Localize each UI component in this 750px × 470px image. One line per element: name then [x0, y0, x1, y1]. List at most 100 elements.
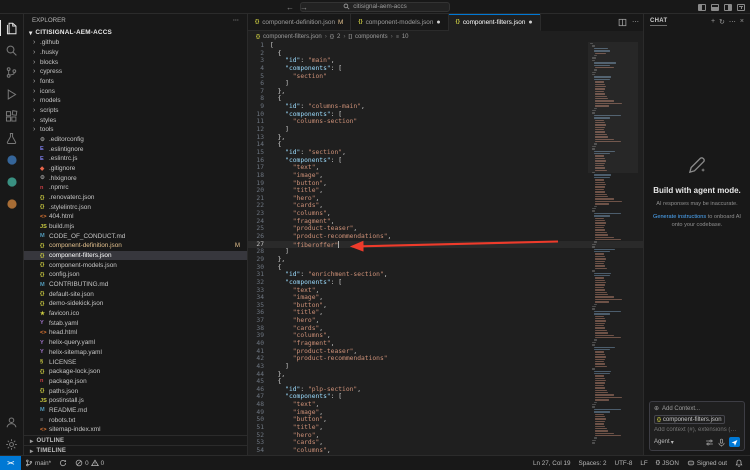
copilot-status-status[interactable]: Signed out [683, 456, 731, 470]
add-context-button[interactable]: ⊕ Add Context... [654, 405, 740, 413]
tree-file-CODE_OF_CONDUCT.md[interactable]: M CODE_OF_CONDUCT.md [24, 231, 247, 241]
tree-file-.editorconfig[interactable]: ⚙ .editorconfig [24, 135, 247, 145]
section-outline[interactable]: ▸ OUTLINE [24, 435, 247, 445]
cursor-position-status[interactable]: Ln 27, Col 19 [529, 456, 574, 470]
source-control-icon[interactable] [0, 61, 24, 83]
tree-file-paths.json[interactable]: {} paths.json [24, 386, 247, 396]
tree-file-.hlxignore[interactable]: ⚙ .hlxignore [24, 173, 247, 183]
generate-instructions-link[interactable]: Generate instructions [653, 214, 706, 220]
tree-folder-tools[interactable]: › tools [24, 125, 247, 135]
tree-file-default-site.json[interactable]: {} default-site.json [24, 289, 247, 299]
tree-file-build.mjs[interactable]: JS build.mjs [24, 222, 247, 232]
extensions-icon[interactable] [0, 105, 24, 127]
context-file-chip[interactable]: {} component-filters.json [654, 415, 725, 424]
unsaved-dot-icon[interactable]: ● [436, 19, 440, 26]
testing-icon[interactable] [0, 127, 24, 149]
more-actions-icon[interactable]: ⋯ [233, 17, 239, 24]
tree-file-LICENSE[interactable]: § LICENSE [24, 357, 247, 367]
workspace-root-row[interactable]: ▾ CITISIGNAL-AEM-ACCS [24, 27, 247, 38]
branch-status[interactable]: main* [21, 456, 55, 470]
chat-history-icon[interactable]: ↻ [719, 18, 725, 26]
tree-file-helix-sitemap.yaml[interactable]: Yhelix-sitemap.yaml [24, 348, 247, 358]
tree-file-.eslintrc.js[interactable]: E .eslintrc.js [24, 154, 247, 164]
explorer-icon[interactable] [0, 17, 24, 39]
command-center-search[interactable]: citisignal-aem-accs [300, 1, 450, 12]
unsaved-dot-icon[interactable]: ● [528, 19, 532, 26]
eol-status[interactable]: LF [636, 456, 651, 470]
tree-file-component-filters.json[interactable]: {} component-filters.json [24, 250, 247, 261]
remote-indicator[interactable]: >< [0, 456, 21, 470]
chat-input-box[interactable]: ⊕ Add Context... {} component-filters.js… [649, 401, 745, 451]
section-timeline[interactable]: ▸ TIMELINE [24, 445, 247, 455]
tab-more-actions-icon[interactable]: ⋯ [632, 18, 639, 26]
notifications-status[interactable] [731, 456, 747, 470]
tree-file-helix-query.yaml[interactable]: Yhelix-query.yaml [24, 338, 247, 348]
tree-file-favicon.ico[interactable]: ★ favicon.ico [24, 309, 247, 319]
tools-icon[interactable] [705, 438, 714, 447]
tree-file-config.json[interactable]: {} config.json [24, 270, 247, 280]
mic-icon[interactable] [717, 438, 726, 447]
tree-file-.renovaterc.json[interactable]: {} .renovaterc.json [24, 193, 247, 203]
minimap-viewport[interactable] [588, 42, 638, 173]
sync-status[interactable] [55, 456, 71, 470]
tree-folder-styles[interactable]: › styles [24, 115, 247, 125]
problems-status[interactable]: 0 0 [71, 456, 108, 470]
run-and-debug-icon[interactable] [0, 83, 24, 105]
tree-folder-.github[interactable]: › .github [24, 38, 247, 48]
tree-folder-blocks[interactable]: › blocks [24, 57, 247, 67]
extension-orange-icon[interactable] [0, 193, 24, 215]
tree-folder-.husky[interactable]: › .husky [24, 48, 247, 58]
tab-component-definition.json[interactable]: {} component-definition.json M [248, 14, 352, 31]
tree-file-CONTRIBUTING.md[interactable]: M CONTRIBUTING.md [24, 280, 247, 290]
send-button[interactable] [729, 437, 740, 447]
tree-file-404.html[interactable]: <> 404.html [24, 212, 247, 222]
extension-blue-icon[interactable] [0, 149, 24, 171]
code-editor[interactable]: 1[2 {3 "id": "main", 4 "components": [5 "… [248, 42, 643, 455]
tab-component-filters.json[interactable]: {} component-filters.json ● [448, 14, 541, 31]
tree-folder-fonts[interactable]: › fonts [24, 77, 247, 87]
tree-file-package-lock.json[interactable]: {} package-lock.json [24, 367, 247, 377]
search-icon[interactable] [0, 39, 24, 61]
tree-file-fstab.yaml[interactable]: Yfstab.yaml [24, 318, 247, 328]
encoding-status[interactable]: UTF-8 [611, 456, 637, 470]
tree-file-head.html[interactable]: <> head.html [24, 328, 247, 338]
tree-file-robots.txt[interactable]: ≡ robots.txt [24, 415, 247, 425]
tree-file-.gitignore[interactable]: ◆ .gitignore [24, 164, 247, 174]
toggle-panel-icon[interactable] [711, 3, 719, 11]
tree-file-.stylelintrc.json[interactable]: {} .stylelintrc.json [24, 202, 247, 212]
toggle-secondary-sidebar-icon[interactable] [724, 3, 732, 11]
tree-file-package.json[interactable]: n package.json [24, 377, 247, 387]
tree-file-sitemap-index.xml[interactable]: <> sitemap-index.xml [24, 425, 247, 435]
language-mode-status[interactable]: {} JSON [652, 456, 683, 470]
chat-text-input[interactable]: Add context (#), extensions (@), command… [654, 427, 740, 433]
chat-more-icon[interactable]: ⋯ [729, 18, 736, 26]
tree-file-component-models.json[interactable]: {} component-models.json [24, 260, 247, 270]
tree-folder-icons[interactable]: › icons [24, 86, 247, 96]
nav-back-icon[interactable]: ← [286, 3, 294, 12]
extension-teal-icon[interactable] [0, 171, 24, 193]
tree-folder-models[interactable]: › models [24, 96, 247, 106]
breadcrumb-item[interactable]: 2 [337, 34, 340, 40]
mode-picker[interactable]: Agent ▾ [654, 439, 674, 446]
indentation-status[interactable]: Spaces: 2 [575, 456, 611, 470]
tree-file-README.md[interactable]: M README.md [24, 406, 247, 416]
tree-file-.eslintignore[interactable]: E .eslintignore [24, 144, 247, 154]
tree-folder-scripts[interactable]: › scripts [24, 106, 247, 116]
breadcrumb-item[interactable]: components [355, 34, 388, 40]
breadcrumb-item[interactable]: 10 [402, 34, 409, 40]
minimap[interactable] [588, 42, 638, 455]
nav-forward-icon[interactable]: → [300, 3, 308, 12]
settings-icon[interactable] [0, 433, 24, 455]
toggle-primary-sidebar-icon[interactable] [698, 3, 706, 11]
tree-file-component-definition.json[interactable]: {} component-definition.json M [24, 241, 247, 251]
tree-folder-cypress[interactable]: › cypress [24, 67, 247, 77]
tree-file-.npmrc[interactable]: n .npmrc [24, 183, 247, 193]
new-chat-icon[interactable]: + [711, 18, 715, 25]
breadcrumb-item[interactable]: component-filters.json [263, 34, 322, 40]
tree-file-demo-sidekick.json[interactable]: {} demo-sidekick.json [24, 299, 247, 309]
accounts-icon[interactable] [0, 411, 24, 433]
split-editor-icon[interactable] [618, 18, 627, 27]
customize-layout-icon[interactable] [737, 3, 745, 11]
tab-component-models.json[interactable]: {} component-models.json ● [351, 14, 449, 31]
tree-file-postinstall.js[interactable]: JS postinstall.js [24, 396, 247, 406]
